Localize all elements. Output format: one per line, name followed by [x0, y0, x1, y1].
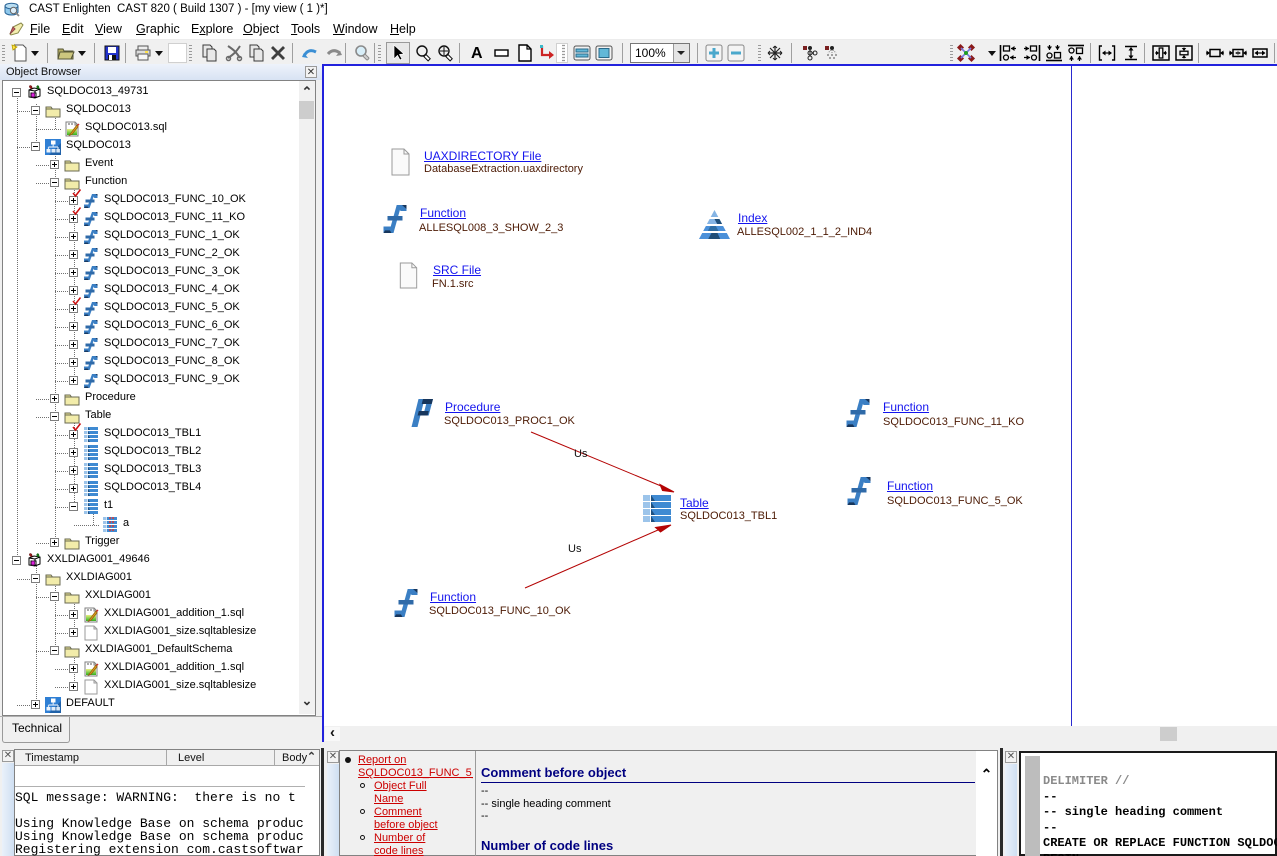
svg-text:A: A [471, 45, 483, 62]
